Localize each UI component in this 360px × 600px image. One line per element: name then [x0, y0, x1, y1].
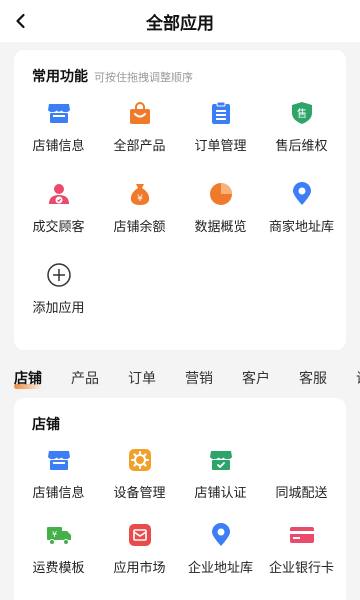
app-shop-info[interactable]: 店铺信息	[18, 434, 99, 509]
app-label: 运费模板	[32, 561, 85, 576]
location-pin-icon	[207, 521, 235, 549]
tab-settings[interactable]: 设	[356, 368, 360, 388]
app-local-delivery[interactable]: 同城配送	[261, 434, 342, 509]
common-functions-card: 常用功能 可按住拖拽调整顺序 店铺信息 全部产品 订单管理 售 售后维权 成交顾…	[14, 50, 346, 350]
app-add-app[interactable]: 添加应用	[18, 248, 99, 329]
shield-icon: 售	[288, 99, 316, 127]
app-label: 店铺信息	[32, 486, 85, 501]
tab-marketing[interactable]: 营销	[185, 368, 213, 388]
drag-hint: 可按住拖拽调整顺序	[94, 71, 193, 84]
svg-text:售: 售	[297, 107, 307, 120]
market-icon	[126, 521, 154, 549]
shop-section-card: 店铺 店铺信息 设备管理 店铺认证 同城配送 ¥ 运费模板 应用市场 企业地址库…	[14, 398, 346, 600]
app-label: 添加应用	[32, 301, 85, 316]
app-label: 应用市场	[113, 561, 166, 576]
app-label: 店铺余额	[113, 220, 166, 235]
gear-icon	[126, 446, 154, 474]
category-tabs: 店铺 产品 订单 营销 客户 客服 设	[0, 360, 360, 396]
app-label: 企业银行卡	[268, 561, 334, 576]
tab-orders[interactable]: 订单	[128, 368, 156, 388]
app-app-market[interactable]: 应用市场	[99, 509, 180, 584]
clipboard-icon	[207, 99, 235, 127]
app-label: 商家地址库	[268, 220, 334, 235]
customer-icon	[45, 180, 73, 208]
app-data-overview[interactable]: 数据概览	[180, 167, 261, 248]
delivery-icon	[288, 446, 316, 474]
app-label: 售后维权	[275, 139, 328, 154]
pie-chart-icon	[207, 180, 235, 208]
app-device-management[interactable]: 设备管理	[99, 434, 180, 509]
bag-icon	[126, 99, 154, 127]
location-pin-icon	[288, 180, 316, 208]
app-label: 全部产品	[113, 139, 166, 154]
tab-customers[interactable]: 客户	[242, 368, 270, 388]
common-functions-title: 常用功能	[32, 69, 88, 85]
app-order-management[interactable]: 订单管理	[180, 86, 261, 167]
app-label: 订单管理	[194, 139, 247, 154]
chevron-left-icon	[16, 13, 25, 29]
app-shop-balance[interactable]: ¥ 店铺余额	[99, 167, 180, 248]
tab-customer-service[interactable]: 客服	[299, 368, 327, 388]
shop-icon	[45, 99, 73, 127]
top-bar: 全部应用	[0, 0, 360, 42]
plus-circle-icon	[45, 261, 73, 289]
app-shipping-template[interactable]: ¥ 运费模板	[18, 509, 99, 584]
app-merchant-address[interactable]: 商家地址库	[261, 167, 342, 248]
app-label: 同城配送	[275, 486, 328, 501]
app-shop-certification[interactable]: 店铺认证	[180, 434, 261, 509]
app-label: 店铺信息	[32, 139, 85, 154]
back-button[interactable]	[6, 6, 36, 36]
svg-text:¥: ¥	[137, 194, 143, 204]
app-label: 设备管理	[113, 486, 166, 501]
app-customers[interactable]: 成交顾客	[18, 167, 99, 248]
bank-card-icon	[288, 521, 316, 549]
app-shop-info[interactable]: 店铺信息	[18, 86, 99, 167]
tab-shop[interactable]: 店铺	[14, 368, 42, 389]
app-after-sales[interactable]: 售 售后维权	[261, 86, 342, 167]
app-enterprise-address[interactable]: 企业地址库	[180, 509, 261, 584]
app-label: 企业地址库	[187, 561, 253, 576]
app-label: 数据概览	[194, 220, 247, 235]
svg-text:¥: ¥	[51, 530, 56, 539]
app-label: 成交顾客	[32, 220, 85, 235]
app-enterprise-bank-card[interactable]: 企业银行卡	[261, 509, 342, 584]
page-title: 全部应用	[146, 13, 214, 34]
verified-shop-icon	[207, 446, 235, 474]
money-bag-icon: ¥	[126, 180, 154, 208]
app-label: 店铺认证	[194, 486, 247, 501]
app-all-products[interactable]: 全部产品	[99, 86, 180, 167]
tab-products[interactable]: 产品	[71, 368, 99, 388]
truck-icon: ¥	[45, 521, 73, 549]
shop-section-title: 店铺	[32, 417, 60, 433]
shop-icon	[45, 446, 73, 474]
